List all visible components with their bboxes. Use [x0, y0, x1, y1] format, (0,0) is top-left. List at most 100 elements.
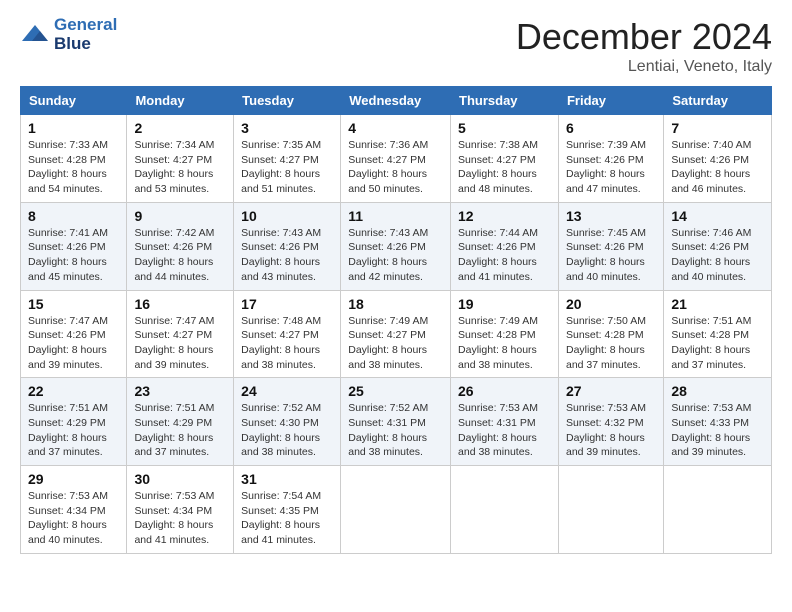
calendar-table: SundayMondayTuesdayWednesdayThursdayFrid… — [20, 86, 772, 554]
column-header-wednesday: Wednesday — [341, 87, 451, 115]
day-number: 26 — [458, 383, 551, 399]
calendar-cell: 11 Sunrise: 7:43 AMSunset: 4:26 PMDayligh… — [341, 202, 451, 290]
column-header-tuesday: Tuesday — [234, 87, 341, 115]
title-area: December 2024 Lentiai, Veneto, Italy — [516, 16, 772, 76]
calendar-cell: 18Sunrise: 7:49 AMSunset: 4:27 PMDayligh… — [341, 290, 451, 378]
day-info: Sunrise: 7:49 AMSunset: 4:28 PMDaylight:… — [458, 314, 551, 373]
day-info: Sunrise: 7:34 AMSunset: 4:27 PMDaylight:… — [134, 138, 226, 197]
day-number: 16 — [134, 296, 226, 312]
calendar-cell: 3Sunrise: 7:35 AMSunset: 4:27 PMDaylight… — [234, 115, 341, 203]
calendar-cell: 10 Sunrise: 7:43 AMSunset: 4:26 PMDayligh… — [234, 202, 341, 290]
calendar-cell: 27Sunrise: 7:53 AMSunset: 4:32 PMDayligh… — [558, 378, 663, 466]
calendar-cell: 20 Sunrise: 7:50 AMSunset: 4:28 PMDayligh… — [558, 290, 663, 378]
day-number: 18 — [348, 296, 443, 312]
day-number: 11 — [348, 208, 443, 224]
day-number: 5 — [458, 120, 551, 136]
calendar-week-row: 1 Sunrise: 7:33 AMSunset: 4:28 PMDaylight… — [21, 115, 772, 203]
calendar-cell: 13Sunrise: 7:45 AMSunset: 4:26 PMDayligh… — [558, 202, 663, 290]
day-number: 4 — [348, 120, 443, 136]
day-number: 25 — [348, 383, 443, 399]
calendar-cell: 15 Sunrise: 7:47 AMSunset: 4:26 PMDayligh… — [21, 290, 127, 378]
calendar-cell: 9 Sunrise: 7:42 AMSunset: 4:26 PMDaylight… — [127, 202, 234, 290]
calendar-cell — [341, 466, 451, 554]
day-info: Sunrise: 7:46 AMSunset: 4:26 PMDaylight:… — [671, 226, 764, 285]
logo: General Blue — [20, 16, 117, 53]
calendar-cell — [451, 466, 559, 554]
day-info: Sunrise: 7:48 AMSunset: 4:27 PMDaylight:… — [241, 314, 333, 373]
day-number: 7 — [671, 120, 764, 136]
day-number: 10 — [241, 208, 333, 224]
day-info: Sunrise: 7:39 AMSunset: 4:26 PMDaylight:… — [566, 138, 656, 197]
day-number: 14 — [671, 208, 764, 224]
day-info: Sunrise: 7:44 AMSunset: 4:26 PMDaylight:… — [458, 226, 551, 285]
calendar-cell: 5 Sunrise: 7:38 AMSunset: 4:27 PMDaylight… — [451, 115, 559, 203]
calendar-cell: 16 Sunrise: 7:47 AMSunset: 4:27 PMDayligh… — [127, 290, 234, 378]
day-info: Sunrise: 7:43 AMSunset: 4:26 PMDaylight:… — [348, 226, 443, 285]
day-info: Sunrise: 7:54 AMSunset: 4:35 PMDaylight:… — [241, 489, 333, 548]
logo-text: General Blue — [54, 16, 117, 53]
calendar-cell: 25 Sunrise: 7:52 AMSunset: 4:31 PMDayligh… — [341, 378, 451, 466]
day-info: Sunrise: 7:51 AMSunset: 4:29 PMDaylight:… — [134, 401, 226, 460]
day-info: Sunrise: 7:51 AMSunset: 4:29 PMDaylight:… — [28, 401, 119, 460]
calendar-cell: 4 Sunrise: 7:36 AMSunset: 4:27 PMDaylight… — [341, 115, 451, 203]
day-info: Sunrise: 7:33 AMSunset: 4:28 PMDaylight:… — [28, 138, 119, 197]
day-number: 15 — [28, 296, 119, 312]
calendar-cell: 31 Sunrise: 7:54 AMSunset: 4:35 PMDayligh… — [234, 466, 341, 554]
day-number: 27 — [566, 383, 656, 399]
calendar-header-row: SundayMondayTuesdayWednesdayThursdayFrid… — [21, 87, 772, 115]
day-info: Sunrise: 7:43 AMSunset: 4:26 PMDaylight:… — [241, 226, 333, 285]
day-info: Sunrise: 7:47 AMSunset: 4:27 PMDaylight:… — [134, 314, 226, 373]
day-info: Sunrise: 7:52 AMSunset: 4:31 PMDaylight:… — [348, 401, 443, 460]
day-number: 28 — [671, 383, 764, 399]
day-number: 17 — [241, 296, 333, 312]
day-number: 1 — [28, 120, 119, 136]
calendar-cell: 12 Sunrise: 7:44 AMSunset: 4:26 PMDayligh… — [451, 202, 559, 290]
calendar-cell: 6 Sunrise: 7:39 AMSunset: 4:26 PMDaylight… — [558, 115, 663, 203]
location: Lentiai, Veneto, Italy — [516, 58, 772, 76]
calendar-cell: 17 Sunrise: 7:48 AMSunset: 4:27 PMDayligh… — [234, 290, 341, 378]
day-info: Sunrise: 7:40 AMSunset: 4:26 PMDaylight:… — [671, 138, 764, 197]
calendar-week-row: 8Sunrise: 7:41 AMSunset: 4:26 PMDaylight… — [21, 202, 772, 290]
column-header-thursday: Thursday — [451, 87, 559, 115]
calendar-cell: 30 Sunrise: 7:53 AMSunset: 4:34 PMDayligh… — [127, 466, 234, 554]
day-number: 31 — [241, 471, 333, 487]
day-info: Sunrise: 7:47 AMSunset: 4:26 PMDaylight:… — [28, 314, 119, 373]
day-number: 24 — [241, 383, 333, 399]
day-info: Sunrise: 7:53 AMSunset: 4:33 PMDaylight:… — [671, 401, 764, 460]
calendar-cell: 26 Sunrise: 7:53 AMSunset: 4:31 PMDayligh… — [451, 378, 559, 466]
day-number: 21 — [671, 296, 764, 312]
day-info: Sunrise: 7:53 AMSunset: 4:34 PMDaylight:… — [134, 489, 226, 548]
day-number: 3 — [241, 120, 333, 136]
calendar-cell — [664, 466, 772, 554]
calendar-cell — [558, 466, 663, 554]
day-number: 12 — [458, 208, 551, 224]
calendar-cell: 22Sunrise: 7:51 AMSunset: 4:29 PMDayligh… — [21, 378, 127, 466]
calendar-cell: 24 Sunrise: 7:52 AMSunset: 4:30 PMDayligh… — [234, 378, 341, 466]
day-info: Sunrise: 7:51 AMSunset: 4:28 PMDaylight:… — [671, 314, 764, 373]
day-number: 30 — [134, 471, 226, 487]
day-info: Sunrise: 7:45 AMSunset: 4:26 PMDaylight:… — [566, 226, 656, 285]
calendar-cell: 21 Sunrise: 7:51 AMSunset: 4:28 PMDayligh… — [664, 290, 772, 378]
day-info: Sunrise: 7:42 AMSunset: 4:26 PMDaylight:… — [134, 226, 226, 285]
calendar-cell: 14 Sunrise: 7:46 AMSunset: 4:26 PMDayligh… — [664, 202, 772, 290]
column-header-sunday: Sunday — [21, 87, 127, 115]
day-info: Sunrise: 7:53 AMSunset: 4:31 PMDaylight:… — [458, 401, 551, 460]
day-info: Sunrise: 7:38 AMSunset: 4:27 PMDaylight:… — [458, 138, 551, 197]
day-number: 29 — [28, 471, 119, 487]
calendar-cell: 8Sunrise: 7:41 AMSunset: 4:26 PMDaylight… — [21, 202, 127, 290]
day-number: 20 — [566, 296, 656, 312]
day-number: 23 — [134, 383, 226, 399]
logo-icon — [20, 23, 50, 47]
calendar-cell: 7 Sunrise: 7:40 AMSunset: 4:26 PMDaylight… — [664, 115, 772, 203]
month-title: December 2024 — [516, 16, 772, 58]
day-info: Sunrise: 7:52 AMSunset: 4:30 PMDaylight:… — [241, 401, 333, 460]
day-info: Sunrise: 7:50 AMSunset: 4:28 PMDaylight:… — [566, 314, 656, 373]
day-number: 2 — [134, 120, 226, 136]
day-number: 9 — [134, 208, 226, 224]
day-number: 19 — [458, 296, 551, 312]
day-info: Sunrise: 7:53 AMSunset: 4:34 PMDaylight:… — [28, 489, 119, 548]
calendar-cell: 28 Sunrise: 7:53 AMSunset: 4:33 PMDayligh… — [664, 378, 772, 466]
day-info: Sunrise: 7:36 AMSunset: 4:27 PMDaylight:… — [348, 138, 443, 197]
day-number: 6 — [566, 120, 656, 136]
calendar-week-row: 15 Sunrise: 7:47 AMSunset: 4:26 PMDayligh… — [21, 290, 772, 378]
